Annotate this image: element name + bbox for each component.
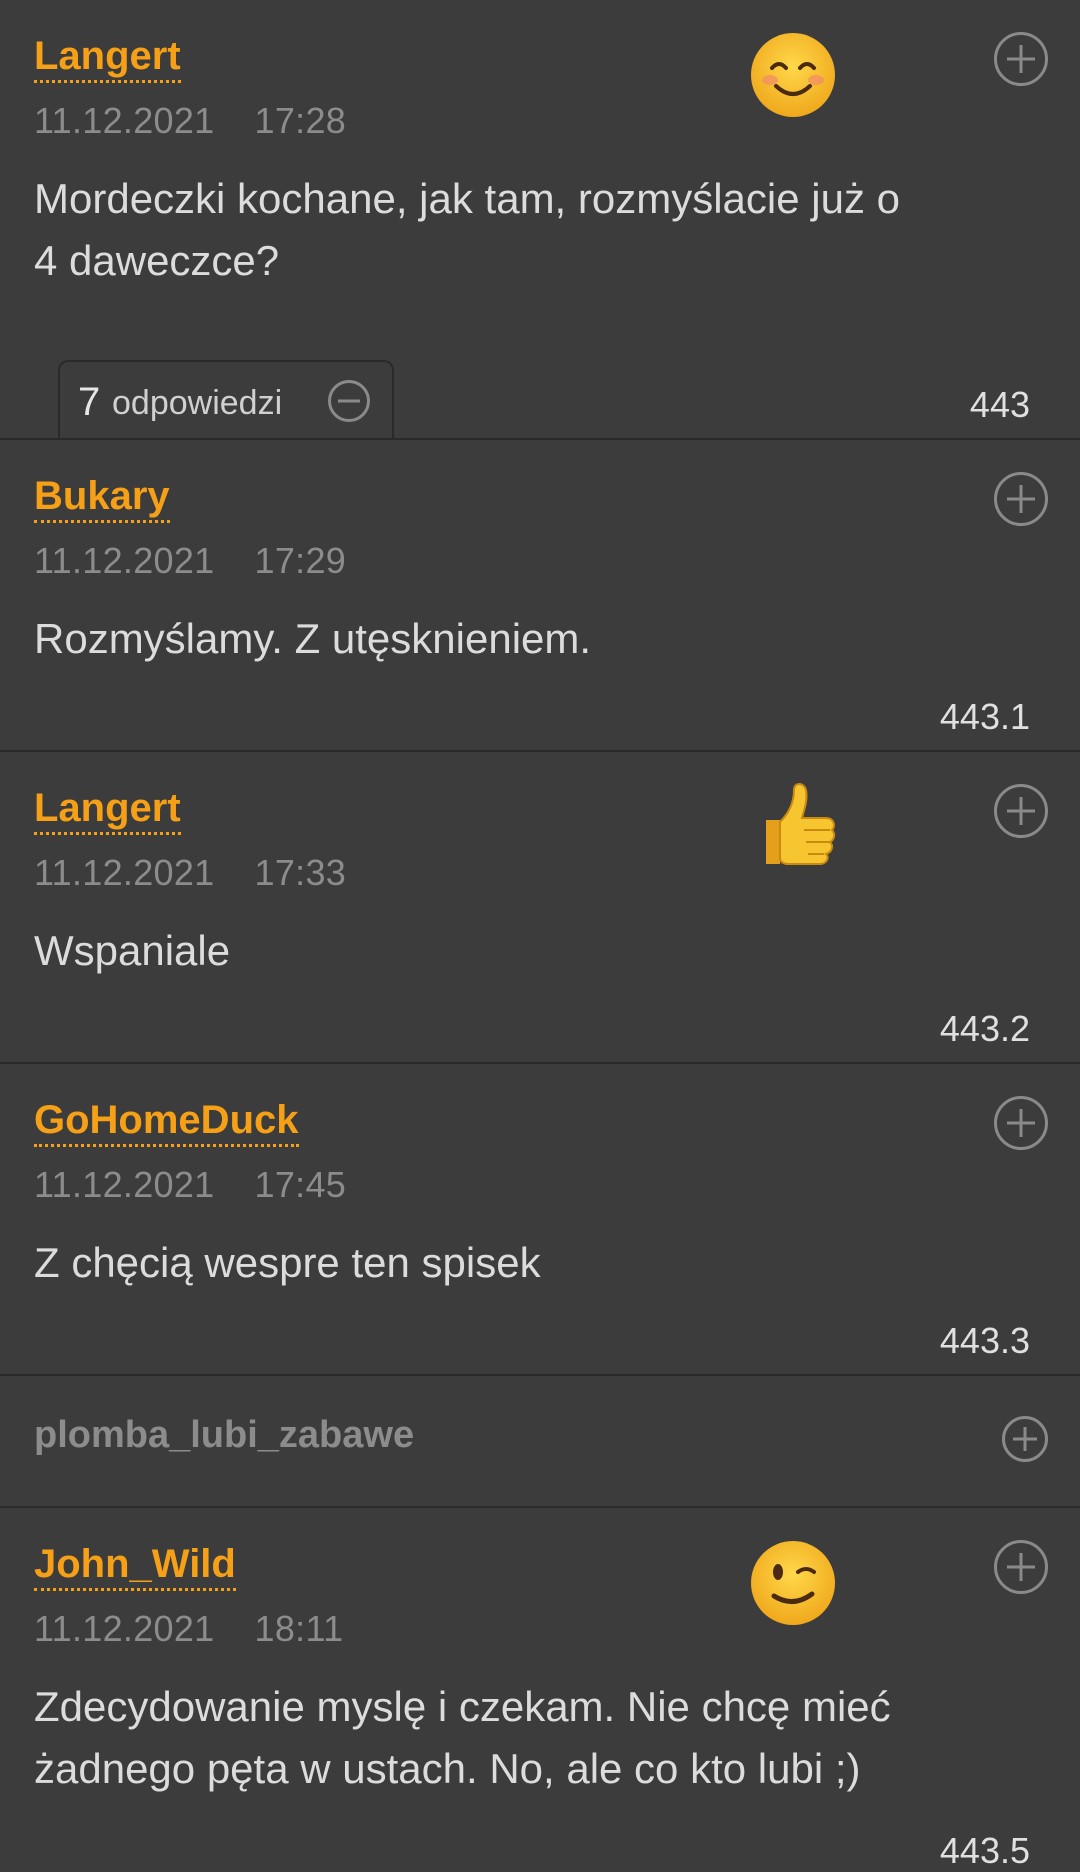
- expand-plus-icon[interactable]: [1002, 1416, 1048, 1462]
- comment-meta: 11.12.2021 17:29: [34, 540, 346, 582]
- smiling-face-emoji-icon: [751, 33, 835, 117]
- collapse-minus-icon[interactable]: [328, 380, 370, 422]
- comment-number: 443: [969, 384, 1030, 425]
- collapsed-author[interactable]: plomba_lubi_zabawe: [34, 1414, 414, 1457]
- comment-author[interactable]: Langert: [34, 34, 181, 83]
- winking-face-emoji-icon: [751, 1541, 835, 1625]
- comment-number: 443.3: [939, 1320, 1030, 1361]
- comment-date: 11.12.2021: [34, 540, 215, 581]
- replies-toggle-tab[interactable]: 7 odpowiedzi: [58, 360, 394, 440]
- comment-author[interactable]: Langert: [34, 786, 181, 835]
- comment-meta: 11.12.2021 17:45: [34, 1164, 346, 1206]
- reply-comment: Bukary 11.12.2021 17:29 Rozmyślamy. Z utę…: [0, 438, 1080, 750]
- comment-text-line: żadnego pęta w ustach. No, ale co kto lu…: [34, 1745, 861, 1792]
- comment-meta: 11.12.2021 17:28: [34, 100, 346, 142]
- replies-count: 7: [78, 380, 101, 424]
- comment-author[interactable]: John_Wild: [34, 1542, 236, 1591]
- comment-time: 18:11: [254, 1608, 344, 1649]
- comment-author[interactable]: Bukary: [34, 474, 170, 523]
- comment-text-line: Mordeczki kochane, jak tam, rozmyślacie …: [34, 175, 900, 222]
- comment-time: 17:45: [254, 1164, 347, 1205]
- comment-time: 17:28: [254, 100, 347, 141]
- add-reply-plus-icon[interactable]: [994, 1096, 1048, 1150]
- comment-date: 11.12.2021: [34, 1608, 215, 1649]
- add-reply-plus-icon[interactable]: [994, 472, 1048, 526]
- comment-date: 11.12.2021: [34, 100, 215, 141]
- comment-text: Z chęcią wespre ten spisek: [34, 1239, 541, 1286]
- comment-date: 11.12.2021: [34, 1164, 215, 1205]
- comment-time: 17:33: [254, 852, 347, 893]
- comment-text: Wspaniale: [34, 927, 231, 974]
- comment-date: 11.12.2021: [34, 852, 215, 893]
- reply-comment: Langert 11.12.2021 17:33 Wspaniale 443.2: [0, 750, 1080, 1062]
- reply-comment: GoHomeDuck 11.12.2021 17:45 Z chęcią wesp…: [0, 1062, 1080, 1374]
- add-reply-plus-icon[interactable]: [994, 32, 1048, 86]
- comment-text-line: Zdecydowanie myslę i czekam. Nie chcę mi…: [34, 1683, 891, 1730]
- comment-number: 443.5: [939, 1830, 1030, 1871]
- add-reply-plus-icon[interactable]: [994, 1540, 1048, 1594]
- add-reply-plus-icon[interactable]: [994, 784, 1048, 838]
- comment-text: Rozmyślamy. Z utęsknieniem.: [34, 615, 592, 662]
- comment-meta: 11.12.2021 18:11: [34, 1608, 343, 1650]
- replies-label: odpowiedzi: [112, 384, 283, 422]
- comment-text: Mordeczki kochane, jak tam, rozmyślacie …: [34, 168, 1034, 292]
- comment-author[interactable]: GoHomeDuck: [34, 1098, 299, 1147]
- thumbs-up-emoji-icon: [766, 783, 836, 865]
- reply-comment: John_Wild 11.12.2021 18:11 Zdecydowanie m…: [0, 1506, 1080, 1871]
- comment-meta: 11.12.2021 17:33: [34, 852, 346, 894]
- comment-text: Zdecydowanie myslę i czekam. Nie chcę mi…: [34, 1676, 1034, 1800]
- comment-text-line: 4 daweczce?: [34, 237, 280, 284]
- comment-number: 443.2: [939, 1008, 1030, 1049]
- comment-number: 443.1: [939, 696, 1030, 737]
- reply-comment-collapsed[interactable]: plomba_lubi_zabawe: [0, 1374, 1080, 1508]
- comment-time: 17:29: [254, 540, 347, 581]
